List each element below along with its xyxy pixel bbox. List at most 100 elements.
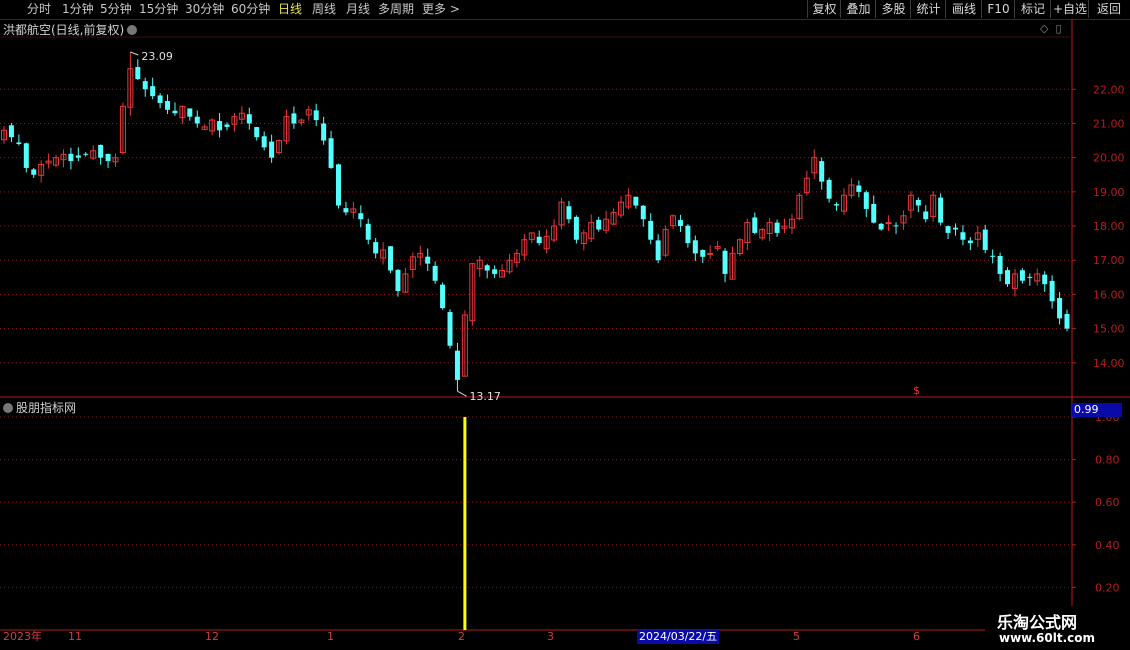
candle-body <box>343 208 349 213</box>
candle-body <box>224 124 230 127</box>
y-tick-label: 21.00 <box>1093 117 1125 130</box>
indicator-name: 股朋指标网 <box>16 401 77 415</box>
stock-title: 洪都航空(日线,前复权) <box>3 23 125 37</box>
y-tick-label: 16.00 <box>1093 288 1125 301</box>
candle-body <box>75 155 81 158</box>
candle-body <box>596 219 602 230</box>
diamond-icon[interactable]: ◇ <box>1040 22 1048 35</box>
candle-body <box>217 121 223 131</box>
candle-body <box>752 217 758 233</box>
x-axis-label: 2 <box>458 630 465 643</box>
candle-body <box>246 114 252 124</box>
candle-body <box>165 101 171 110</box>
candle-body <box>640 205 646 220</box>
candle-body <box>432 265 438 281</box>
candle-body <box>655 240 661 261</box>
low-marker-line <box>457 390 467 397</box>
candle-body <box>573 216 579 240</box>
candle-body <box>878 223 884 230</box>
candle-body <box>440 284 446 309</box>
candle-body <box>31 169 37 175</box>
candle-body <box>536 236 542 244</box>
indicator-signal-bar <box>463 417 467 630</box>
candle-body <box>960 232 966 240</box>
candle-body <box>194 116 200 124</box>
candle-body <box>23 143 29 168</box>
high-marker-line <box>130 51 139 56</box>
chevron-down-icon[interactable] <box>127 25 138 35</box>
candle-body <box>365 223 371 240</box>
candle-body <box>685 225 691 244</box>
x-axis-label: 11 <box>68 630 82 643</box>
candle-body <box>98 144 104 158</box>
x-axis-label: 3 <box>547 630 554 643</box>
y-tick-label: 18.00 <box>1093 220 1125 233</box>
candle-body <box>187 108 193 117</box>
candle-body <box>358 213 364 220</box>
indicator-title: 股朋指标网 <box>3 399 76 416</box>
candle-body <box>648 220 654 240</box>
candle-body <box>454 350 460 380</box>
candle-body <box>142 81 148 90</box>
indicator-tick-label: 0.80 <box>1095 454 1120 467</box>
indicator-tick-label: 0.60 <box>1095 496 1120 509</box>
candle-body <box>692 240 698 254</box>
candle-body <box>328 138 334 168</box>
indicator-tick-label: 0.20 <box>1095 581 1120 594</box>
high-price-label: 23.09 <box>141 50 173 63</box>
candle-body <box>945 226 951 233</box>
candle-body <box>915 199 921 206</box>
candle-body <box>269 141 275 158</box>
candle-body <box>990 255 996 257</box>
candle-body <box>1064 313 1070 329</box>
candle-body <box>566 206 572 220</box>
candle-body <box>492 269 498 274</box>
x-axis-label: 12 <box>205 630 219 643</box>
y-tick-label: 22.00 <box>1093 83 1125 96</box>
y-tick-label: 17.00 <box>1093 254 1125 267</box>
candle-body <box>83 153 89 155</box>
candle-body <box>885 222 892 225</box>
candle-body <box>105 153 111 162</box>
candle-body <box>722 250 728 274</box>
candle-body <box>774 222 780 233</box>
candle-body <box>425 256 431 264</box>
candle-body <box>150 86 156 97</box>
candle-body <box>68 153 74 162</box>
indicator-tick-label: 0.40 <box>1095 539 1120 552</box>
watermark-url: www.60lt.com <box>999 631 1096 645</box>
indicator-current-value: 0.99 <box>1072 403 1122 417</box>
y-tick-label: 15.00 <box>1093 323 1125 336</box>
candle-body <box>135 67 141 80</box>
candle-body <box>952 227 958 230</box>
y-tick-label: 14.00 <box>1093 357 1125 370</box>
candle-body <box>484 265 490 271</box>
candle-body <box>261 136 267 148</box>
candle-body <box>313 110 319 121</box>
chart-title: 洪都航空(日线,前复权) <box>3 21 138 38</box>
candle-body <box>1019 270 1025 281</box>
candle-body <box>834 204 840 206</box>
candle-body <box>254 127 260 138</box>
candle-body <box>8 125 14 138</box>
x-axis-label: 1 <box>327 630 334 643</box>
candle-body <box>923 211 929 220</box>
candle-body <box>863 192 869 209</box>
candle-body <box>856 185 862 192</box>
y-tick-label: 20.00 <box>1093 152 1125 165</box>
candlestick-chart[interactable]: 22.00 21.00 20.00 19.00 18.00 17.00 16.00 15.00… <box>0 0 1130 650</box>
y-tick-label: 19.00 <box>1093 186 1125 199</box>
candle-body <box>157 95 163 103</box>
candle-body <box>447 312 453 346</box>
candle-body <box>373 242 379 254</box>
chevron-down-icon[interactable] <box>3 403 13 413</box>
candle-body <box>291 113 297 124</box>
low-price-label: 13.17 <box>469 390 501 403</box>
panel-toggle-icon[interactable]: ▯ <box>1055 22 1061 35</box>
candle-body <box>172 110 178 114</box>
watermark: 乐淘公式网 www.60lt.com <box>985 606 1130 650</box>
candle-body <box>938 197 944 223</box>
candle-body <box>395 269 401 292</box>
candle-body <box>997 256 1003 274</box>
candle-body <box>1057 298 1063 319</box>
